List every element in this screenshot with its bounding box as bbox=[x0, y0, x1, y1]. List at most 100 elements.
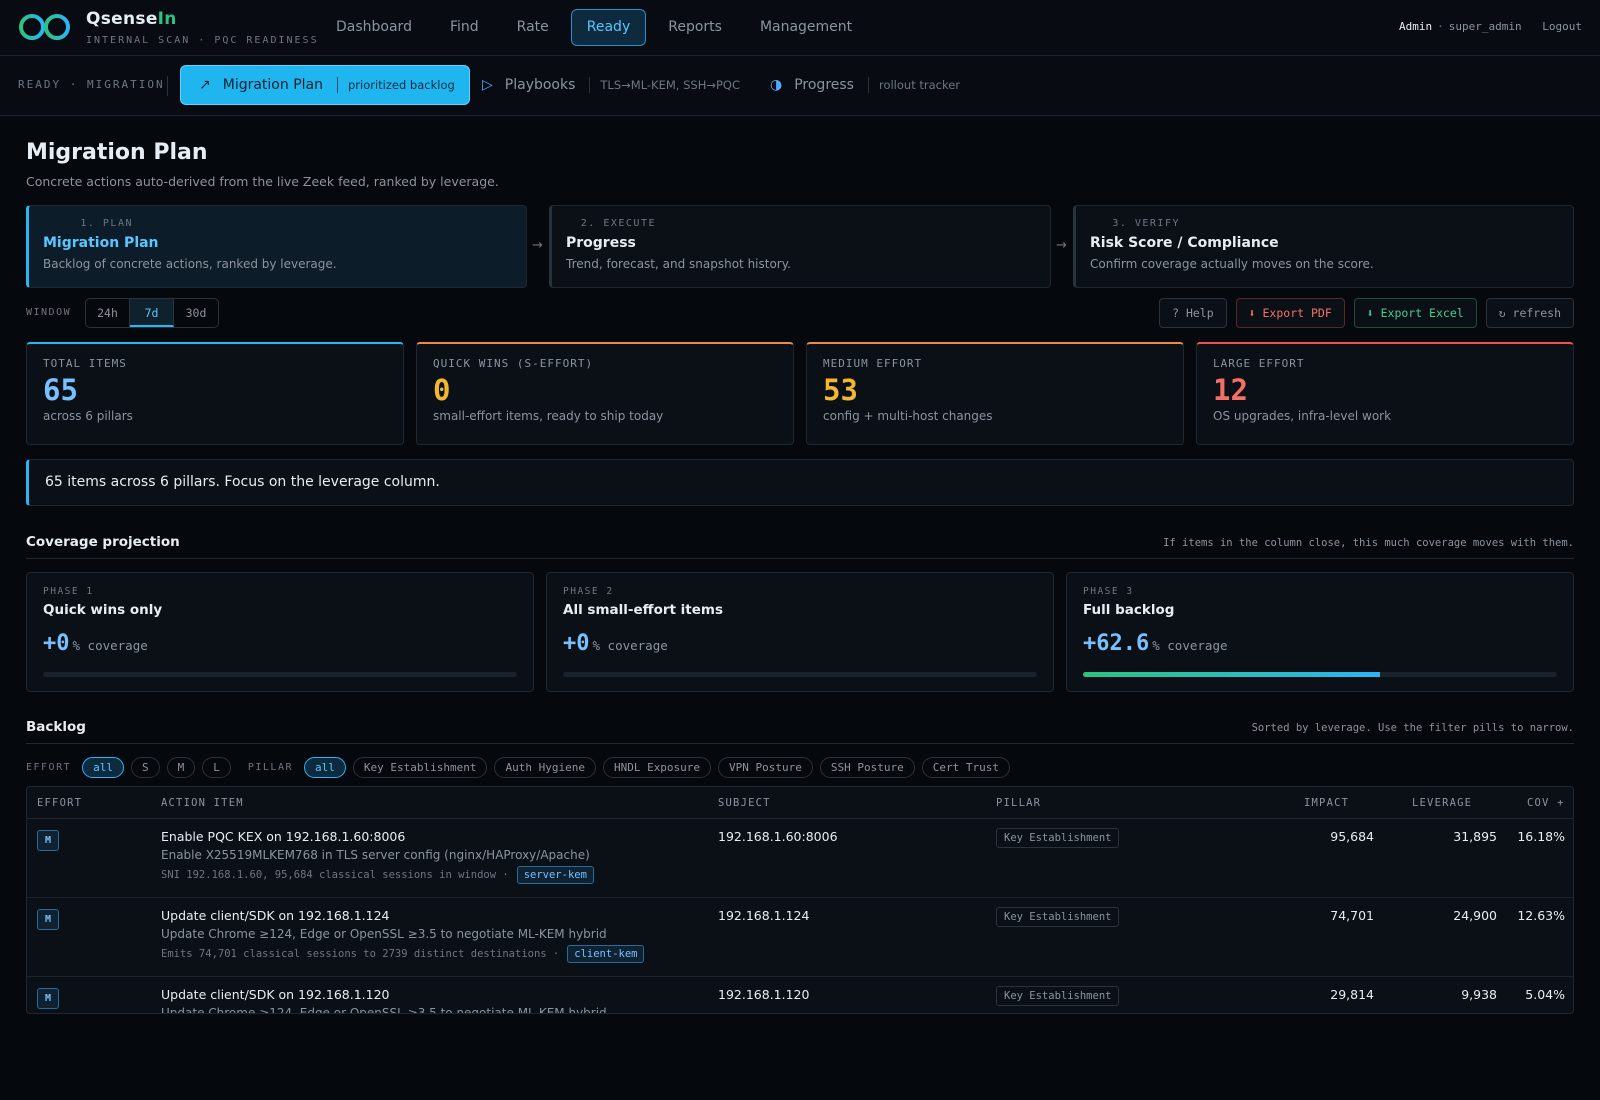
col-action-item[interactable]: ACTION ITEM bbox=[161, 797, 244, 809]
step-number: 3. VERIFY bbox=[1112, 218, 1180, 229]
kpi-medium-effort: MEDIUM EFFORT 53 config + multi-host cha… bbox=[806, 342, 1184, 445]
pillar-pill-key-establishment[interactable]: Key Establishment bbox=[352, 756, 488, 778]
subtab-playbooks[interactable]: ▷ Playbooks TLS→ML-KEM, SSH→PQC bbox=[482, 65, 740, 105]
action-tag: server-kem bbox=[516, 866, 594, 884]
col-cov-plus[interactable]: COV + bbox=[1527, 797, 1565, 809]
nav-dashboard[interactable]: Dashboard bbox=[320, 9, 428, 46]
effort-cell: M bbox=[37, 909, 59, 930]
phase-quick-wins: PHASE 1 Quick wins only +0% coverage bbox=[26, 572, 534, 692]
action-tag: client-kem bbox=[567, 945, 645, 963]
effort-pill-m[interactable]: M bbox=[166, 756, 196, 778]
pillar-cell: Key Establishment bbox=[996, 907, 1120, 927]
brand: QsenseIn INTERNAL SCAN · PQC READINESS bbox=[86, 9, 319, 46]
half-circle-icon: ◑ bbox=[770, 77, 783, 93]
logout-link[interactable]: Logout bbox=[1542, 20, 1582, 33]
kpi-label: QUICK WINS (S-EFFORT) bbox=[433, 357, 594, 370]
phase-small-effort: PHASE 2 All small-effort items +0% cover… bbox=[546, 572, 1054, 692]
col-impact[interactable]: IMPACT bbox=[1304, 797, 1349, 809]
effort-badge: M bbox=[37, 909, 59, 930]
play-icon: ▷ bbox=[482, 77, 493, 93]
phase-value: +0% coverage bbox=[563, 631, 1037, 656]
phase-unit: % coverage bbox=[1152, 638, 1228, 653]
pillar-cell: Key Establishment bbox=[996, 828, 1120, 848]
nav-ready[interactable]: Ready bbox=[570, 9, 647, 46]
impact-cell: 29,814 bbox=[1330, 987, 1374, 1002]
refresh-button[interactable]: ↻ refresh bbox=[1485, 298, 1574, 328]
subject-cell: 192.168.1.120 bbox=[718, 987, 810, 1002]
effort-pill-l[interactable]: L bbox=[202, 756, 231, 778]
coverage-bar bbox=[43, 672, 517, 677]
action-note-text: Emits 74,701 classical sessions to 2739 … bbox=[161, 948, 560, 960]
kpi-value: 53 bbox=[823, 373, 858, 407]
step-desc: Trend, forecast, and snapshot history. bbox=[566, 257, 791, 271]
subject-cell: 192.168.1.124 bbox=[718, 908, 810, 923]
kpi-sub: across 6 pillars bbox=[43, 409, 133, 423]
subtab-progress[interactable]: ◑ Progress rollout tracker bbox=[770, 65, 960, 105]
pillar-pill-hndl-exposure[interactable]: HNDL Exposure bbox=[602, 756, 712, 778]
effort-pill-s[interactable]: S bbox=[131, 756, 160, 778]
help-button[interactable]: ? Help bbox=[1159, 298, 1227, 328]
nav-reports[interactable]: Reports bbox=[652, 9, 738, 46]
step-title: Migration Plan bbox=[43, 235, 159, 251]
nav-rate[interactable]: Rate bbox=[501, 9, 565, 46]
coverage-note: If items in the column close, this much … bbox=[1163, 537, 1574, 549]
table-row[interactable]: M Update client/SDK on 192.168.1.124 Upd… bbox=[27, 898, 1573, 977]
table-header: EFFORT ACTION ITEM SUBJECT PILLAR IMPACT… bbox=[27, 787, 1573, 819]
kpi-total-items: TOTAL ITEMS 65 across 6 pillars bbox=[26, 342, 404, 445]
step-plan[interactable]: 1. PLAN Migration Plan Backlog of concre… bbox=[26, 205, 527, 288]
phase-value: +0% coverage bbox=[43, 631, 517, 656]
page-title: Migration Plan bbox=[26, 140, 208, 165]
export-pdf-button[interactable]: ⬇ Export PDF bbox=[1235, 298, 1345, 328]
coverage-bar bbox=[563, 672, 1037, 677]
arrow-right-icon: → bbox=[532, 238, 543, 253]
divider bbox=[26, 558, 1574, 559]
step-verify[interactable]: 3. VERIFY Risk Score / Compliance Confir… bbox=[1073, 205, 1574, 288]
col-pillar[interactable]: PILLAR bbox=[996, 797, 1041, 809]
brand-name: QsenseIn bbox=[86, 9, 177, 29]
pillar-pill-auth-hygiene[interactable]: Auth Hygiene bbox=[494, 756, 596, 778]
export-excel-button[interactable]: ⬇ Export Excel bbox=[1353, 298, 1477, 328]
step-execute[interactable]: 2. EXECUTE Progress Trend, forecast, and… bbox=[549, 205, 1051, 288]
phase-value: +62.6% coverage bbox=[1083, 631, 1557, 656]
action-title[interactable]: Enable PQC KEX on 192.168.1.60:8006 bbox=[161, 829, 701, 844]
qsensein-logo-icon[interactable] bbox=[18, 12, 72, 42]
backlog-note: Sorted by leverage. Use the filter pills… bbox=[1251, 722, 1574, 734]
action-title[interactable]: Update client/SDK on 192.168.1.124 bbox=[161, 908, 701, 923]
action-cell: Update client/SDK on 192.168.1.120 Updat… bbox=[161, 987, 701, 1014]
pillar-pill-all[interactable]: all bbox=[304, 756, 346, 778]
subtab-desc: prioritized backlog bbox=[336, 77, 455, 93]
step-number: 1. PLAN bbox=[80, 218, 133, 229]
effort-filter-label: EFFORT bbox=[26, 761, 72, 773]
phase-delta: +0 bbox=[43, 631, 70, 656]
backlog-table: EFFORT ACTION ITEM SUBJECT PILLAR IMPACT… bbox=[26, 786, 1574, 1014]
kpi-large-effort: LARGE EFFORT 12 OS upgrades, infra-level… bbox=[1196, 342, 1574, 445]
nav-management[interactable]: Management bbox=[744, 9, 868, 46]
pillar-chip: Key Establishment bbox=[996, 828, 1120, 848]
step-desc: Confirm coverage actually moves on the s… bbox=[1090, 257, 1374, 271]
window-30d[interactable]: 30d bbox=[174, 299, 218, 327]
kpi-value: 65 bbox=[43, 373, 78, 407]
col-leverage[interactable]: LEVERAGE bbox=[1412, 797, 1472, 809]
pillar-pill-ssh-posture[interactable]: SSH Posture bbox=[819, 756, 915, 778]
col-subject[interactable]: SUBJECT bbox=[718, 797, 771, 809]
coverage-title: Coverage projection bbox=[26, 534, 180, 550]
action-desc: Update Chrome ≥124, Edge or OpenSSL ≥3.5… bbox=[161, 1006, 607, 1014]
kpi-label: TOTAL ITEMS bbox=[43, 357, 127, 370]
action-cell: Enable PQC KEX on 192.168.1.60:8006 Enab… bbox=[161, 829, 701, 884]
kpi-sub: config + multi-host changes bbox=[823, 409, 993, 423]
kpi-label: LARGE EFFORT bbox=[1213, 357, 1305, 370]
action-title[interactable]: Update client/SDK on 192.168.1.120 bbox=[161, 987, 701, 1002]
window-24h[interactable]: 24h bbox=[86, 299, 130, 327]
table-row[interactable]: M Enable PQC KEX on 192.168.1.60:8006 En… bbox=[27, 819, 1573, 898]
pillar-pill-cert-trust[interactable]: Cert Trust bbox=[921, 756, 1010, 778]
breadcrumb: READY · MIGRATION bbox=[18, 78, 165, 91]
kpi-sub: OS upgrades, infra-level work bbox=[1213, 409, 1392, 423]
subtab-migration-plan[interactable]: ↗ Migration Plan prioritized backlog bbox=[180, 65, 470, 105]
nav-find[interactable]: Find bbox=[434, 9, 495, 46]
table-row[interactable]: M Update client/SDK on 192.168.1.120 Upd… bbox=[27, 977, 1573, 1014]
window-7d[interactable]: 7d bbox=[130, 299, 174, 327]
pillar-pill-vpn-posture[interactable]: VPN Posture bbox=[718, 756, 813, 778]
effort-pill-all[interactable]: all bbox=[82, 756, 124, 778]
trend-arrow-icon: ↗ bbox=[199, 77, 211, 93]
col-effort[interactable]: EFFORT bbox=[37, 797, 82, 809]
